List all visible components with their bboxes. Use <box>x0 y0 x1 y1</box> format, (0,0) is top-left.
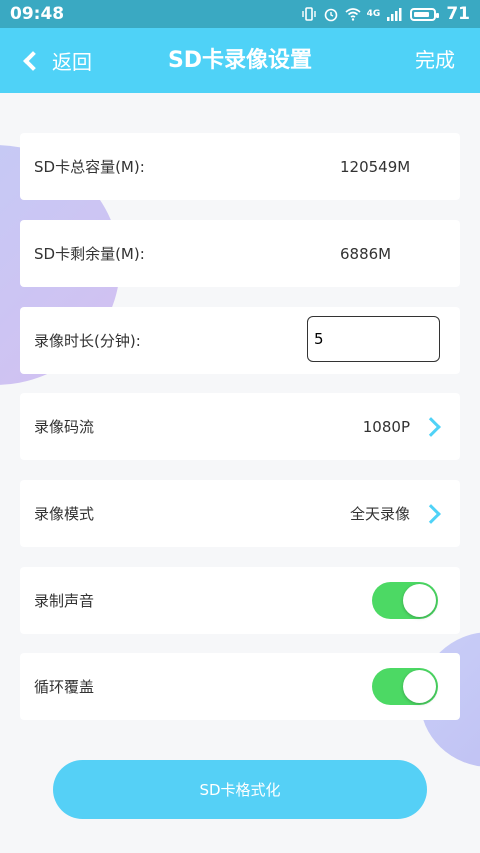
toggle-knob <box>403 670 436 703</box>
row-loop: 循环覆盖 <box>20 653 460 720</box>
screen: 09:48 4G 71 返回 SD卡录像设置 完成 SD卡总容量(M): 120… <box>0 0 480 853</box>
row-free-capacity: SD卡剩余量(M): 6886M <box>20 220 460 287</box>
free-capacity-value: 6886M <box>340 244 392 263</box>
back-button[interactable]: 返回 <box>20 28 92 93</box>
duration-input[interactable] <box>307 316 440 362</box>
toggle-knob <box>403 584 436 617</box>
chevron-right-icon <box>421 416 441 437</box>
bitrate-label: 录像码流 <box>34 418 95 436</box>
chevron-left-icon <box>23 50 43 71</box>
bitrate-value: 1080P <box>362 417 410 436</box>
signal-icon <box>387 8 402 21</box>
alarm-icon <box>324 8 337 22</box>
done-button[interactable]: 完成 <box>415 28 455 93</box>
row-duration: 录像时长(分钟): <box>20 307 460 374</box>
mode-value: 全天录像 <box>349 505 410 523</box>
audio-toggle[interactable] <box>372 582 438 619</box>
vibrate-icon <box>301 7 316 21</box>
row-total-capacity: SD卡总容量(M): 120549M <box>20 133 460 200</box>
battery-level: 71 <box>446 4 470 24</box>
battery-icon <box>410 7 440 21</box>
total-capacity-value: 120549M <box>340 157 411 176</box>
status-time: 09:48 <box>10 4 65 24</box>
row-bitrate[interactable]: 录像码流 1080P <box>20 393 460 460</box>
network-type: 4G <box>366 9 381 19</box>
mode-label: 录像模式 <box>34 505 95 523</box>
loop-toggle[interactable] <box>372 668 438 705</box>
chevron-right-icon <box>421 503 441 524</box>
format-sd-button[interactable]: SD卡格式化 <box>53 760 427 819</box>
back-label: 返回 <box>52 50 92 74</box>
status-icons: 4G 71 <box>301 4 470 24</box>
nav-bar: 返回 SD卡录像设置 完成 <box>0 28 480 93</box>
row-mode[interactable]: 录像模式 全天录像 <box>20 480 460 547</box>
status-bar: 09:48 4G 71 <box>0 0 480 28</box>
wifi-icon <box>345 8 361 21</box>
row-audio: 录制声音 <box>20 567 460 634</box>
